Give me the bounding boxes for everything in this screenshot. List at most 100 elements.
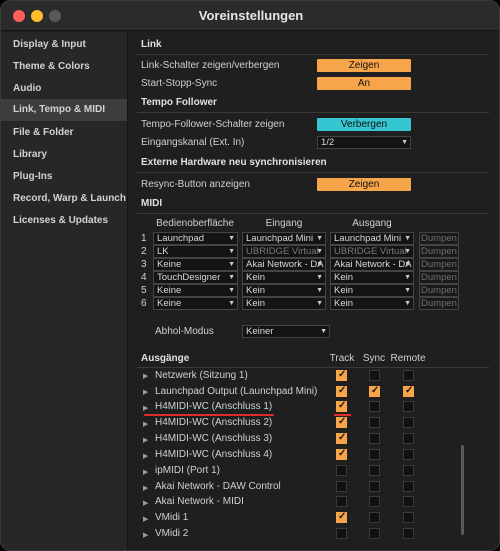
dump-button-2[interactable]: Dumpen <box>419 245 459 258</box>
tempo-follower-toggle-button[interactable]: Verbergen <box>317 118 411 131</box>
link-toggle-button[interactable]: Zeigen <box>317 59 411 72</box>
track-checkbox[interactable] <box>336 416 347 428</box>
chevron-down-icon: ▼ <box>228 287 235 294</box>
midi-input-select-3[interactable]: Akai Network - DA ▼ <box>242 258 326 271</box>
expand-triangle-icon[interactable]: ▶ <box>143 372 148 380</box>
remote-checkbox[interactable] <box>403 433 414 444</box>
sync-checkbox[interactable] <box>369 417 380 428</box>
expand-triangle-icon[interactable]: ▶ <box>143 531 148 539</box>
title-bar: Voreinstellungen <box>1 1 499 31</box>
resync-label: Resync-Button anzeigen <box>141 179 250 190</box>
midi-input-select-5[interactable]: Kein ▼ <box>242 284 326 297</box>
control-surface-select-4[interactable]: TouchDesigner ▼ <box>153 271 238 284</box>
control-surface-select-3[interactable]: Keine ▼ <box>153 258 238 271</box>
remote-checkbox[interactable] <box>403 385 414 397</box>
takeover-mode-select[interactable]: Keiner ▼ <box>242 325 330 338</box>
control-surface-select-2[interactable]: LK ▼ <box>153 245 238 258</box>
track-checkbox[interactable] <box>336 465 347 476</box>
col-header-output: Ausgang <box>352 218 392 229</box>
sidebar-item-audio[interactable]: Audio <box>1 78 127 100</box>
midi-row-number: 6 <box>141 298 147 309</box>
midi-output-select-1[interactable]: Launchpad Mini ▼ <box>330 232 414 245</box>
expand-triangle-icon[interactable]: ▶ <box>143 404 148 412</box>
midi-output-value: Launchpad Mini <box>334 233 402 244</box>
takeover-mode-label: Abhol-Modus <box>155 326 214 337</box>
expand-triangle-icon[interactable]: ▶ <box>143 484 148 492</box>
sidebar-item-plug-ins[interactable]: Plug-Ins <box>1 166 127 188</box>
remote-checkbox[interactable] <box>403 370 414 381</box>
expand-triangle-icon[interactable]: ▶ <box>143 468 148 476</box>
midi-output-select-5[interactable]: Kein ▼ <box>330 284 414 297</box>
remote-checkbox[interactable] <box>403 401 414 412</box>
output-port-name: Akai Network - MIDI <box>155 496 244 507</box>
track-checkbox[interactable] <box>336 448 347 460</box>
midi-input-select-1[interactable]: Launchpad Mini ▼ <box>242 232 326 245</box>
col-header-sync: Sync <box>362 353 386 364</box>
midi-input-select-6[interactable]: Kein ▼ <box>242 297 326 310</box>
track-checkbox[interactable] <box>336 432 347 444</box>
input-channel-select[interactable]: 1/2 ▼ <box>317 136 411 149</box>
midi-output-select-4[interactable]: Kein ▼ <box>330 271 414 284</box>
midi-output-select-3[interactable]: Akai Network - DA ▼ <box>330 258 414 271</box>
sidebar-item-library[interactable]: Library <box>1 144 127 166</box>
sync-checkbox[interactable] <box>369 481 380 492</box>
control-surface-select-6[interactable]: Keine ▼ <box>153 297 238 310</box>
output-port-name: H4MIDI-WC (Anschluss 2) <box>155 417 273 428</box>
sidebar-item-theme-colors[interactable]: Theme & Colors <box>1 56 127 78</box>
control-surface-value: LK <box>157 246 169 257</box>
track-checkbox[interactable] <box>336 481 347 492</box>
remote-checkbox[interactable] <box>403 512 414 523</box>
sidebar-item-display-input[interactable]: Display & Input <box>1 34 127 56</box>
expand-triangle-icon[interactable]: ▶ <box>143 515 148 523</box>
track-checkbox[interactable] <box>336 496 347 507</box>
chevron-down-icon: ▼ <box>404 235 411 242</box>
midi-output-select-2[interactable]: UBRIDGE Virtual ▼ <box>330 245 414 258</box>
expand-triangle-icon[interactable]: ▶ <box>143 499 148 507</box>
sync-checkbox[interactable] <box>369 385 380 397</box>
expand-triangle-icon[interactable]: ▶ <box>143 452 148 460</box>
sidebar-item-record-warp-launch[interactable]: Record, Warp & Launch <box>1 188 127 210</box>
expand-triangle-icon[interactable]: ▶ <box>143 436 148 444</box>
sidebar-item-licenses-updates[interactable]: Licenses & Updates <box>1 210 127 232</box>
resync-button-toggle[interactable]: Zeigen <box>317 178 411 191</box>
dump-button-5[interactable]: Dumpen <box>419 284 459 297</box>
sync-checkbox[interactable] <box>369 512 380 523</box>
sync-checkbox[interactable] <box>369 370 380 381</box>
output-port-name: Akai Network - DAW Control <box>155 481 281 492</box>
col-header-track: Track <box>329 353 355 364</box>
remote-checkbox[interactable] <box>403 465 414 476</box>
sync-checkbox[interactable] <box>369 496 380 507</box>
remote-checkbox[interactable] <box>403 417 414 428</box>
sidebar-item-link-tempo-midi[interactable]: Link, Tempo & MIDI <box>1 99 127 121</box>
start-stop-sync-button[interactable]: An <box>317 77 411 90</box>
remote-checkbox[interactable] <box>403 449 414 460</box>
track-checkbox[interactable] <box>336 400 347 412</box>
dump-button-6[interactable]: Dumpen <box>419 297 459 310</box>
control-surface-select-5[interactable]: Keine ▼ <box>153 284 238 297</box>
expand-triangle-icon[interactable]: ▶ <box>143 388 148 396</box>
track-checkbox[interactable] <box>336 369 347 381</box>
dump-button-3[interactable]: Dumpen <box>419 258 459 271</box>
vertical-scrollbar[interactable] <box>461 445 464 535</box>
sidebar-item-file-folder[interactable]: File & Folder <box>1 122 127 144</box>
midi-input-select-4[interactable]: Kein ▼ <box>242 271 326 284</box>
track-checkbox[interactable] <box>336 528 347 539</box>
control-surface-select-1[interactable]: Launchpad ▼ <box>153 232 238 245</box>
remote-checkbox[interactable] <box>403 528 414 539</box>
midi-output-select-6[interactable]: Kein ▼ <box>330 297 414 310</box>
sync-checkbox[interactable] <box>369 401 380 412</box>
remote-checkbox[interactable] <box>403 496 414 507</box>
dump-button-4[interactable]: Dumpen <box>419 271 459 284</box>
sync-checkbox[interactable] <box>369 528 380 539</box>
midi-output-value: Kein <box>334 298 354 309</box>
expand-triangle-icon[interactable]: ▶ <box>143 420 148 428</box>
output-port-name: Launchpad Output (Launchpad Mini) <box>155 386 318 397</box>
track-checkbox[interactable] <box>336 385 347 397</box>
midi-input-select-2[interactable]: UBRIDGE Virtual ▼ <box>242 245 326 258</box>
remote-checkbox[interactable] <box>403 481 414 492</box>
sync-checkbox[interactable] <box>369 433 380 444</box>
track-checkbox[interactable] <box>336 511 347 523</box>
sync-checkbox[interactable] <box>369 465 380 476</box>
dump-button-1[interactable]: Dumpen <box>419 232 459 245</box>
sync-checkbox[interactable] <box>369 449 380 460</box>
